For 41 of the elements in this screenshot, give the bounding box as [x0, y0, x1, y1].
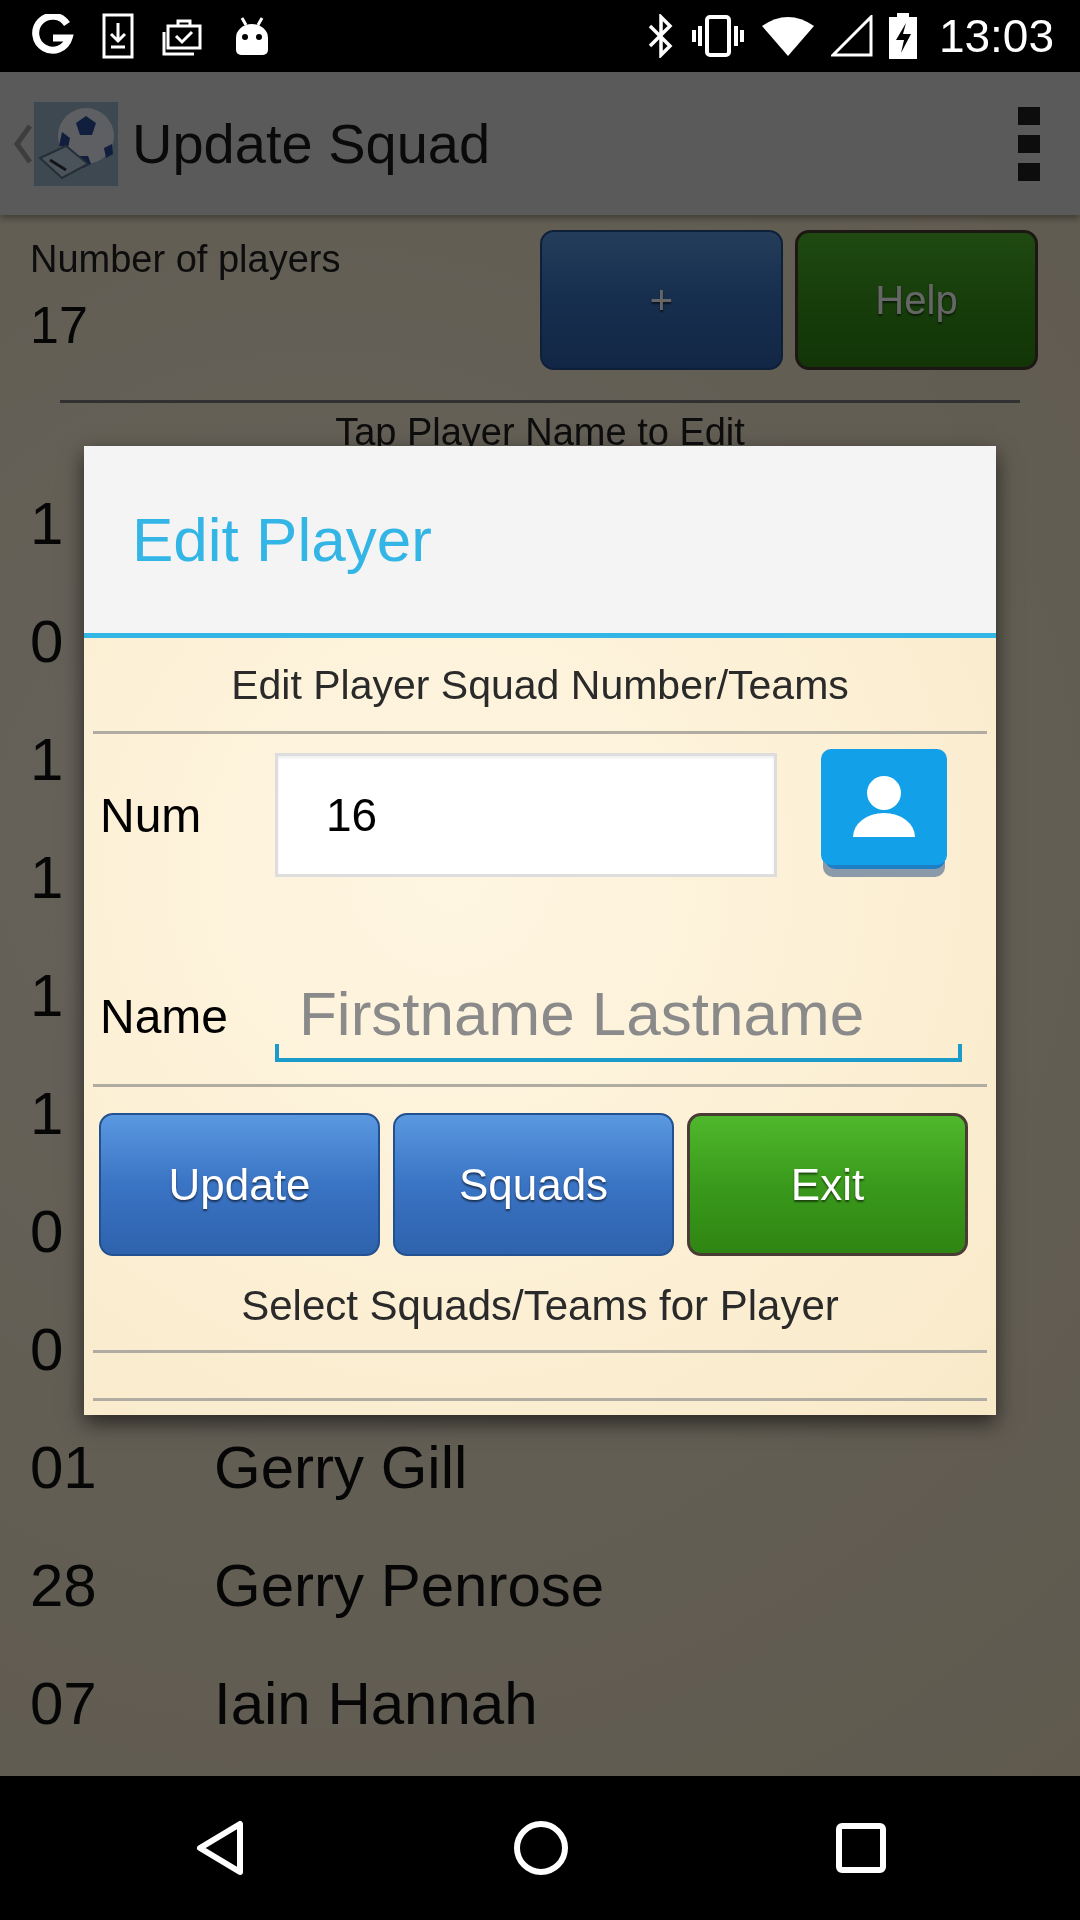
- recents-icon[interactable]: [836, 1823, 887, 1873]
- signal-icon: [830, 15, 873, 57]
- squad-number[interactable]: 1: [30, 961, 64, 1029]
- dialog-subtitle: Edit Player Squad Number/Teams: [230, 661, 850, 710]
- squad-number[interactable]: 07: [30, 1669, 97, 1737]
- dialog-title: Edit Player: [132, 504, 432, 575]
- list-hint: Tap Player Name to Edit: [334, 411, 746, 454]
- bluetooth-icon: [646, 14, 675, 58]
- add-button[interactable]: +: [540, 230, 783, 370]
- num-label: Num: [99, 787, 203, 843]
- squad-number[interactable]: 0: [30, 607, 64, 675]
- battery-icon: [888, 13, 917, 59]
- squad-number[interactable]: 1: [30, 843, 64, 911]
- vibrate-icon: [690, 14, 745, 58]
- squad-number[interactable]: 1: [30, 1079, 64, 1147]
- update-button[interactable]: Update: [99, 1113, 380, 1256]
- name-label: Name: [99, 989, 230, 1045]
- clock: 13:03: [938, 9, 1054, 63]
- wifi-icon: [760, 16, 815, 56]
- squad-number[interactable]: 0: [30, 1315, 64, 1383]
- dialog-footer-text: Select Squads/Teams for Player: [240, 1281, 840, 1331]
- players-count: 17: [30, 295, 89, 355]
- number-field[interactable]: 16: [275, 753, 777, 877]
- help-button[interactable]: Help: [795, 230, 1038, 370]
- squad-number[interactable]: 1: [30, 489, 64, 557]
- squads-button[interactable]: Squads: [393, 1113, 674, 1256]
- players-count-label: Number of players: [30, 238, 342, 281]
- squad-number[interactable]: 28: [30, 1551, 97, 1619]
- squad-number[interactable]: 0: [30, 1197, 64, 1265]
- player-name[interactable]: Gerry Gill: [214, 1432, 468, 1502]
- app-icon[interactable]: [34, 101, 118, 186]
- android-icon: [234, 16, 270, 56]
- squad-number[interactable]: 01: [30, 1433, 97, 1501]
- home-icon[interactable]: [513, 1820, 569, 1876]
- exit-button[interactable]: Exit: [687, 1113, 968, 1256]
- player-name[interactable]: Iain Hannah: [214, 1668, 538, 1738]
- player-name[interactable]: Gerry Penrose: [214, 1550, 605, 1620]
- squad-number[interactable]: 1: [30, 725, 64, 793]
- overflow-menu-icon[interactable]: [1018, 106, 1040, 181]
- screen-title: Update Squad: [132, 111, 492, 176]
- download-icon: [102, 13, 134, 59]
